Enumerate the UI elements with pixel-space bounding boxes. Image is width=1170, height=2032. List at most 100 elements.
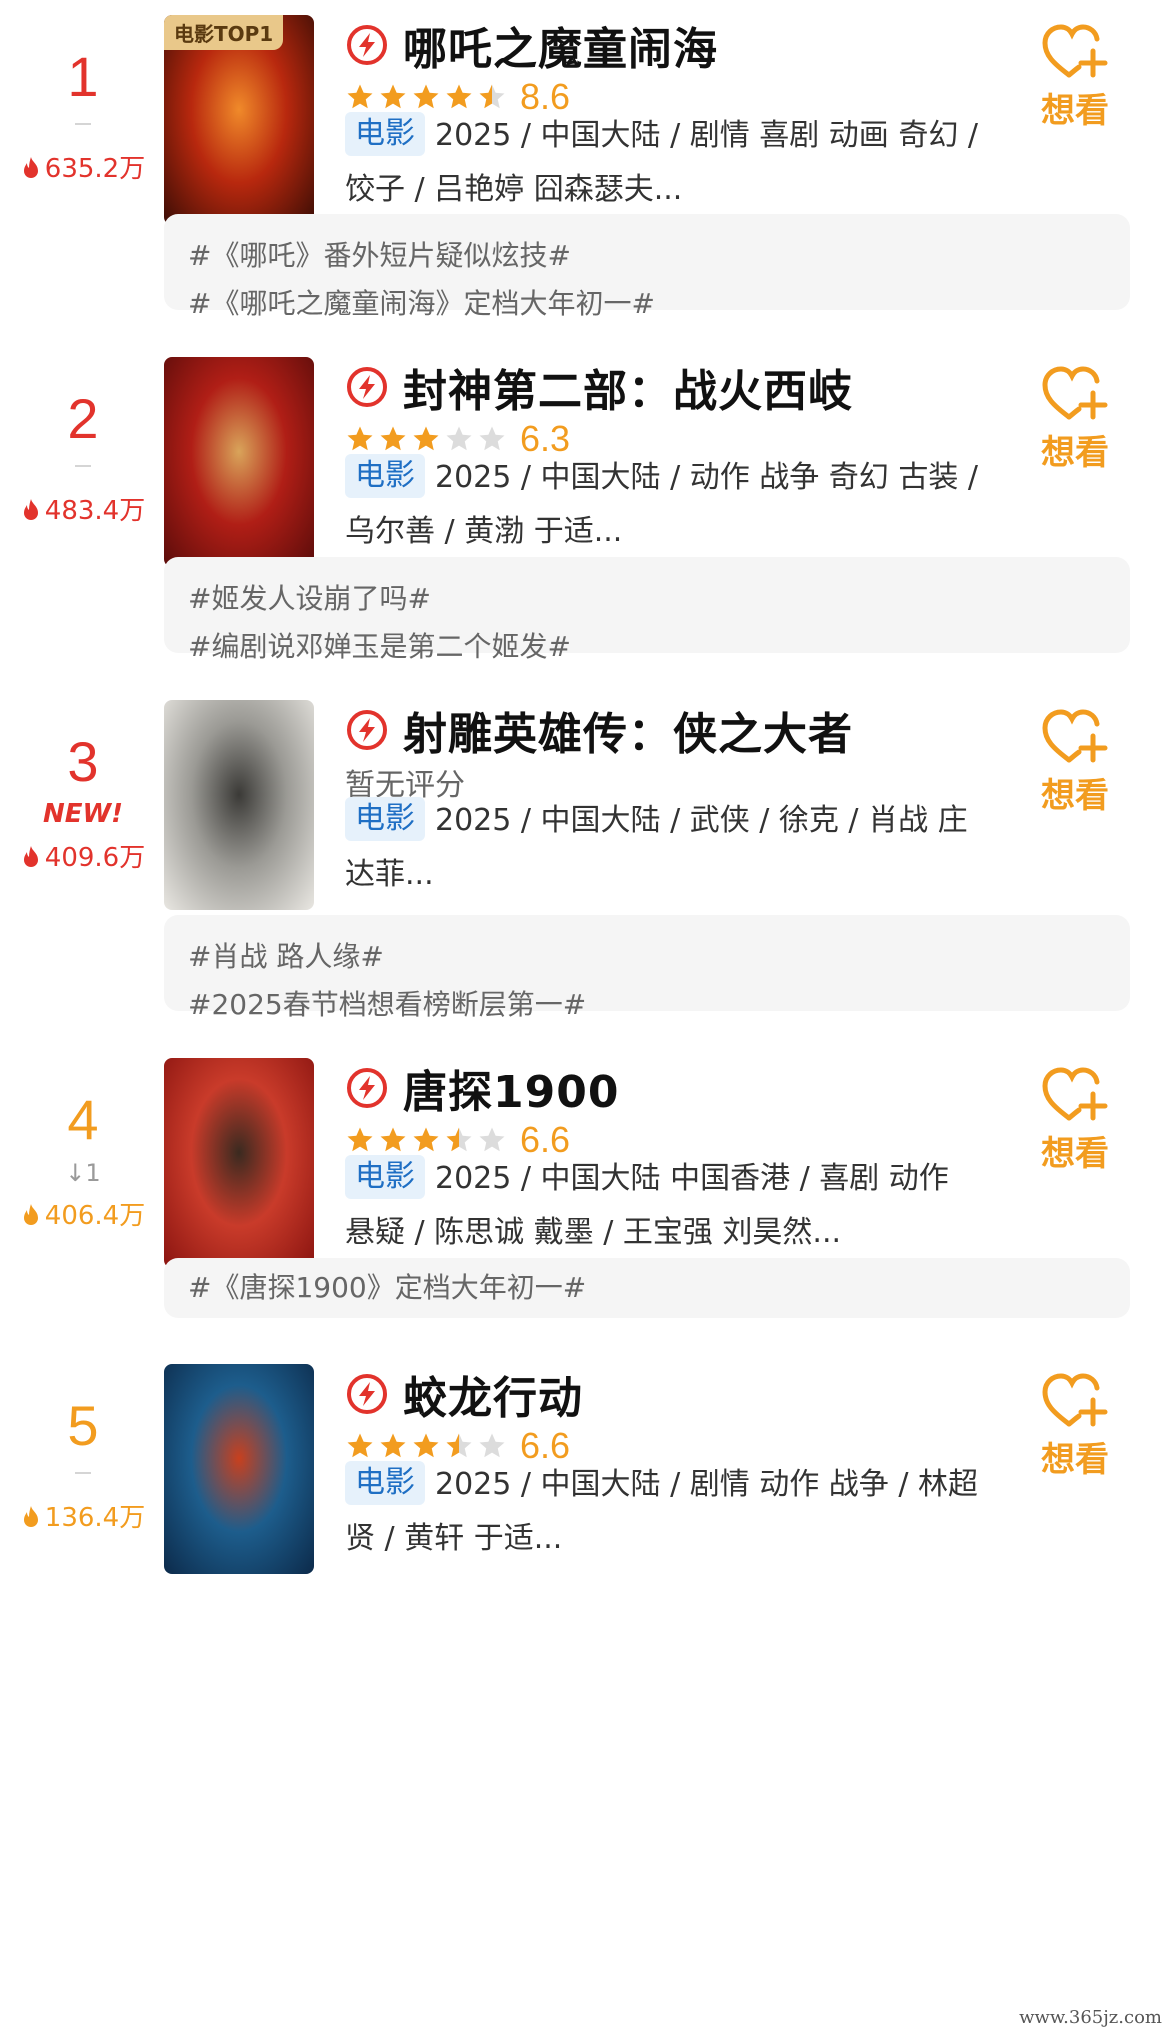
- heat-text: 409.6万: [44, 843, 146, 873]
- movie-poster[interactable]: [164, 1364, 314, 1574]
- watermark: www.365jz.com: [1019, 2007, 1162, 2028]
- movie-meta: 电影 2025 / 中国大陆 / 剧情 喜剧 动画 奇幻 / 饺子 / 吕艳婷 囧森…: [345, 109, 1025, 217]
- rank-number: 3: [67, 730, 99, 793]
- rank-change-dash: [75, 123, 91, 125]
- flame-icon: [23, 157, 38, 178]
- star-icon: [413, 84, 439, 109]
- movie-meta: 电影 2025 / 中国大陆 / 武侠 / 徐克 / 肖战 庄达菲...: [345, 794, 1025, 902]
- movie-title: 封神第二部：战火西岐: [403, 366, 853, 417]
- title-row[interactable]: 唐探1900: [345, 1058, 619, 1118]
- want-to-watch-button[interactable]: 想看: [1020, 21, 1130, 133]
- heart-plus-icon: [1042, 366, 1108, 420]
- heat-text: 136.4万: [44, 1503, 146, 1533]
- star-icon: [479, 426, 505, 451]
- star-icon: [446, 1127, 472, 1152]
- heat-value: 406.4万: [0, 1200, 166, 1232]
- rank-number: 1: [67, 45, 99, 108]
- meta-line-2: 饺子 / 吕艳婷 囧森瑟夫...: [345, 172, 683, 207]
- topic-box: #姬发人设崩了吗# #编剧说邓婵玉是第二个姬发#: [164, 557, 1130, 663]
- top-badge: 电影TOP1: [164, 15, 284, 50]
- movie-title: 唐探1900: [403, 1067, 620, 1118]
- rank-column: 5 136.4万: [0, 1394, 166, 1534]
- heart-plus-icon: [1042, 1373, 1108, 1427]
- star-icon: [380, 84, 406, 109]
- heart-plus-icon: [1042, 24, 1108, 78]
- new-badge: NEW!: [42, 799, 124, 829]
- topic-box: #《唐探1900》定档大年初一#: [164, 1258, 1130, 1318]
- star-icon: [479, 84, 505, 109]
- rank-change-dash: [75, 1472, 91, 1474]
- topic-link[interactable]: #姬发人设崩了吗#: [188, 575, 1106, 623]
- rank-change: ↓1: [65, 1159, 101, 1187]
- topic-link[interactable]: #《唐探1900》定档大年初一#: [188, 1264, 1106, 1312]
- play-lightning-icon: [347, 1374, 387, 1414]
- topic-box: #《哪吒》番外短片疑似炫技# #《哪吒之魔童闹海》定档大年初一#: [164, 214, 1130, 320]
- flame-icon: [23, 499, 38, 520]
- star-icon: [413, 1127, 439, 1152]
- want-label: 想看: [1041, 433, 1109, 473]
- star-icon: [380, 426, 406, 451]
- movie-poster[interactable]: [164, 1058, 314, 1268]
- movie-poster[interactable]: [164, 357, 314, 567]
- meta-line-1: 电影 2025 / 中国大陆 中国香港 / 喜剧 动作: [345, 1152, 1025, 1206]
- title-row[interactable]: 封神第二部：战火西岐: [345, 357, 853, 417]
- topic-link[interactable]: #肖战 路人缘#: [188, 933, 1106, 981]
- rank-column: 4 ↓1 406.4万: [0, 1088, 166, 1232]
- rank-number: 4: [67, 1088, 99, 1151]
- heat-value: 136.4万: [0, 1502, 166, 1534]
- meta-line-1: 电影 2025 / 中国大陆 / 动作 战争 奇幻 古装 /: [345, 451, 1025, 505]
- star-rating: [345, 82, 510, 112]
- movie-title: 射雕英雄传：侠之大者: [403, 709, 853, 760]
- star-icon: [479, 1433, 505, 1458]
- meta-line-1: 电影 2025 / 中国大陆 / 武侠 / 徐克 / 肖战 庄: [345, 794, 1025, 848]
- type-tag: 电影: [345, 112, 425, 156]
- want-label: 想看: [1041, 91, 1109, 131]
- flame-icon: [23, 1204, 38, 1225]
- meta-info: 2025 / 中国大陆 中国香港 / 喜剧 动作: [435, 1161, 949, 1196]
- star-icon: [413, 426, 439, 451]
- title-row[interactable]: 射雕英雄传：侠之大者: [345, 700, 853, 760]
- movie-meta: 电影 2025 / 中国大陆 / 剧情 动作 战争 / 林超贤 / 黄轩 于适..…: [345, 1458, 1025, 1566]
- title-row[interactable]: 蛟龙行动: [345, 1364, 583, 1424]
- star-icon: [446, 84, 472, 109]
- star-icon: [347, 84, 373, 109]
- star-rating: [345, 1125, 510, 1155]
- want-label: 想看: [1041, 1440, 1109, 1480]
- type-tag: 电影: [345, 797, 425, 841]
- topic-link[interactable]: #《哪吒之魔童闹海》定档大年初一#: [188, 280, 1106, 328]
- heart-plus-icon: [1042, 709, 1108, 763]
- meta-info: 2025 / 中国大陆 / 剧情 喜剧 动画 奇幻 /: [435, 118, 978, 153]
- star-icon: [446, 426, 472, 451]
- meta-line-2: 悬疑 / 陈思诚 戴墨 / 王宝强 刘昊然...: [345, 1215, 842, 1250]
- rank-change-dash: [75, 465, 91, 467]
- meta-line-2: 乌尔善 / 黄渤 于适...: [345, 514, 623, 549]
- movie-title: 哪吒之魔童闹海: [403, 24, 718, 75]
- topic-link[interactable]: #编剧说邓婵玉是第二个姬发#: [188, 623, 1106, 671]
- want-to-watch-button[interactable]: 想看: [1020, 706, 1130, 818]
- star-icon: [347, 1433, 373, 1458]
- topic-link[interactable]: #《哪吒》番外短片疑似炫技#: [188, 232, 1106, 280]
- rank-number: 5: [67, 1394, 99, 1457]
- meta-line-2: 达菲...: [345, 857, 434, 892]
- want-label: 想看: [1041, 1134, 1109, 1174]
- meta-info: 2025 / 中国大陆 / 剧情 动作 战争 / 林超: [435, 1467, 978, 1502]
- heart-plus-icon: [1042, 1067, 1108, 1121]
- want-label: 想看: [1041, 776, 1109, 816]
- want-to-watch-button[interactable]: 想看: [1020, 1370, 1130, 1482]
- movie-poster[interactable]: [164, 700, 314, 910]
- heat-value: 409.6万: [0, 842, 166, 874]
- meta-info: 2025 / 中国大陆 / 动作 战争 奇幻 古装 /: [435, 460, 978, 495]
- movie-poster[interactable]: 电影TOP1: [164, 15, 314, 225]
- type-tag: 电影: [345, 1155, 425, 1199]
- play-lightning-icon: [347, 25, 387, 65]
- star-icon: [446, 1433, 472, 1458]
- topic-link[interactable]: #2025春节档想看榜断层第一#: [188, 981, 1106, 1029]
- movie-meta: 电影 2025 / 中国大陆 / 动作 战争 奇幻 古装 / 乌尔善 / 黄渤 于适…: [345, 451, 1025, 559]
- play-lightning-icon: [347, 367, 387, 407]
- movie-title: 蛟龙行动: [403, 1373, 583, 1424]
- title-row[interactable]: 哪吒之魔童闹海: [345, 15, 718, 75]
- rank-number: 2: [67, 387, 99, 450]
- star-icon: [347, 1127, 373, 1152]
- want-to-watch-button[interactable]: 想看: [1020, 363, 1130, 475]
- want-to-watch-button[interactable]: 想看: [1020, 1064, 1130, 1176]
